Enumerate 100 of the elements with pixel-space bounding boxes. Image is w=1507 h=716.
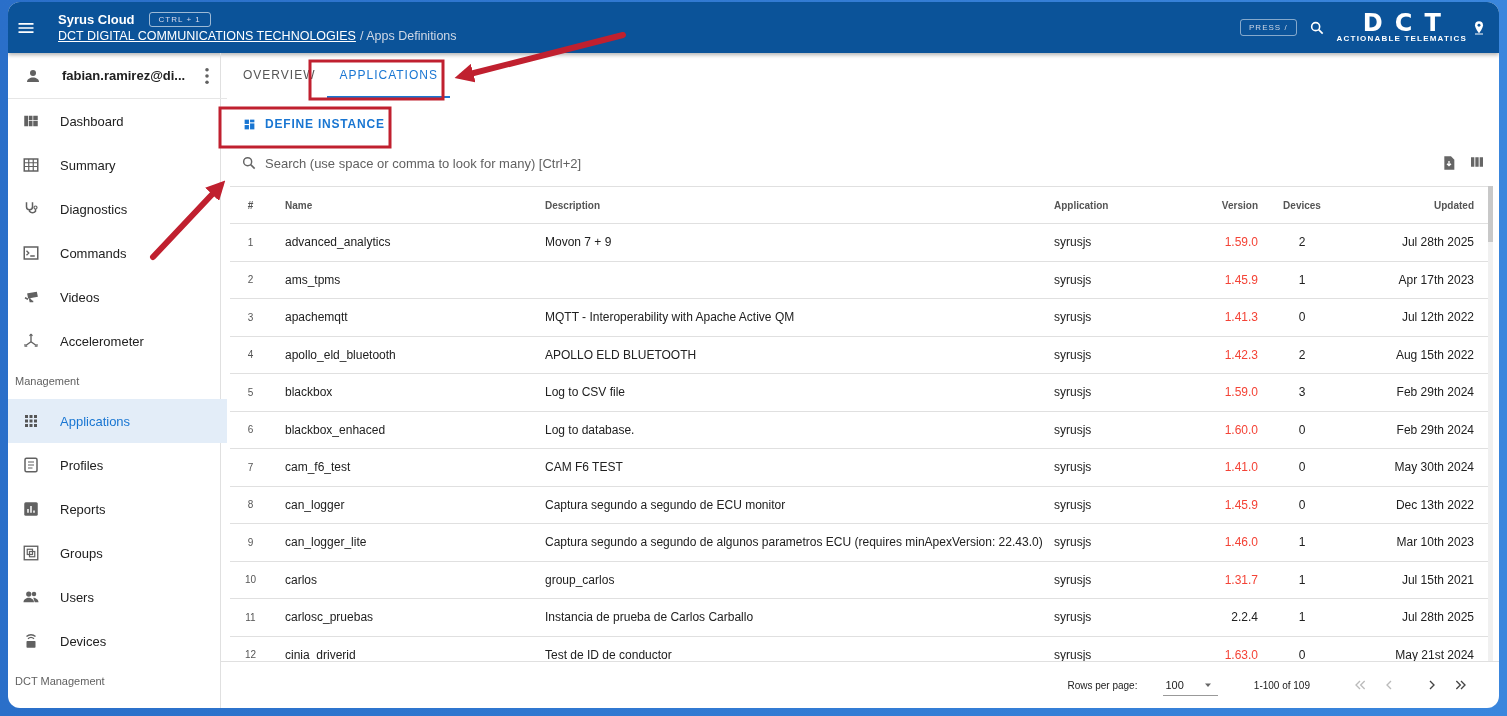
- nav-item[interactable]: Profiles: [8, 443, 228, 487]
- table-cell: cinia_driverid: [285, 647, 356, 661]
- table-cell: 2: [1298, 347, 1306, 362]
- row-number: 5: [247, 386, 254, 398]
- table-cell: syrusjs: [1054, 272, 1092, 287]
- logo-tagline: ACTIONABLE TELEMATICS: [1336, 34, 1467, 43]
- version-cell: 2.2.4: [1231, 610, 1258, 625]
- table-cell: Dec 13th 2022: [1395, 497, 1474, 512]
- column-header[interactable]: Name: [271, 199, 531, 211]
- table-cell: ams_tpms: [285, 272, 341, 287]
- table-cell: Test de ID de conductor: [545, 647, 672, 661]
- column-header[interactable]: Version: [1189, 199, 1272, 211]
- scrollbar-thumb[interactable]: [1488, 186, 1493, 242]
- table-cell: syrusjs: [1054, 647, 1092, 661]
- table-cell: MQTT - Interoperability with Apache Active QM: [545, 310, 795, 325]
- table-cell: advanced_analytics: [285, 235, 391, 250]
- version-cell: 1.41.3: [1224, 310, 1258, 325]
- table-cell: Aug 15th 2022: [1395, 347, 1474, 362]
- row-number: 10: [244, 574, 257, 586]
- table-cell: 0: [1298, 422, 1306, 437]
- table-cell: Movon 7 + 9: [545, 235, 612, 250]
- table-cell: 2: [1298, 235, 1306, 250]
- version-cell: 1.42.3: [1224, 347, 1258, 362]
- nav-item[interactable]: Summary: [8, 143, 228, 187]
- rows-per-page-select[interactable]: 100: [1163, 674, 1218, 696]
- nav-item[interactable]: Diagnostics: [8, 187, 228, 231]
- nav-item[interactable]: Reports: [8, 487, 228, 531]
- table-icon: [22, 156, 40, 174]
- table-cell: blackbox_enhaced: [285, 422, 386, 437]
- table-cell: 0: [1298, 460, 1306, 475]
- column-header[interactable]: Updated: [1332, 199, 1488, 211]
- row-number: 2: [247, 274, 254, 286]
- column-header[interactable]: #: [230, 199, 271, 211]
- search-icon: [1308, 19, 1325, 36]
- version-cell: 1.31.7: [1224, 572, 1258, 587]
- columns-icon: [1469, 154, 1485, 170]
- row-number: 6: [247, 424, 254, 436]
- table-cell: Jul 28th 2025: [1401, 610, 1474, 625]
- search-field[interactable]: Search (use space or comma to look for many) [Ctrl+2]: [263, 154, 1435, 172]
- row-number: 1: [247, 236, 254, 248]
- table-cell: syrusjs: [1054, 460, 1092, 475]
- row-number: 4: [247, 349, 254, 361]
- define-instance-button[interactable]: DEFINE INSTANCE: [233, 107, 395, 141]
- breadcrumb-link[interactable]: DCT DIGITAL COMMUNICATIONS TECHNOLOGIES: [58, 29, 356, 43]
- column-header[interactable]: Devices: [1272, 199, 1332, 211]
- version-cell: 1.45.9: [1224, 272, 1258, 287]
- table-cell: syrusjs: [1054, 535, 1092, 550]
- table-cell: syrusjs: [1054, 347, 1092, 362]
- table-cell: Captura segundo a segundo de ECU monitor: [545, 497, 786, 512]
- table-cell: 1: [1298, 572, 1306, 587]
- user-email: fabian.ramirez@di...: [62, 68, 186, 83]
- table-cell: can_logger: [285, 497, 345, 512]
- nav-item[interactable]: Commands: [8, 231, 228, 275]
- search-icon: [241, 155, 257, 171]
- table-cell: Feb 29th 2024: [1396, 422, 1474, 437]
- shortcut-hint: CTRL + 1: [148, 12, 211, 27]
- table-cell: apachemqtt: [285, 310, 348, 325]
- version-cell: 1.59.0: [1224, 235, 1258, 250]
- table-cell: Log to database.: [545, 422, 635, 437]
- breadcrumb-current: / Apps Definitions: [359, 29, 457, 43]
- grid-icon: [22, 412, 40, 430]
- row-number: 3: [247, 311, 254, 323]
- table-cell: apollo_eld_bluetooth: [285, 347, 396, 362]
- terminal-icon: [22, 244, 40, 262]
- table-cell: 0: [1298, 310, 1306, 325]
- table-cell: carlos: [285, 572, 317, 587]
- nav-item[interactable]: Videos: [8, 275, 228, 319]
- app-title: Syrus Cloud: [58, 12, 135, 27]
- rows-per-page-label: Rows per page:: [1067, 679, 1138, 691]
- document-icon: [22, 456, 40, 474]
- row-number: 12: [244, 649, 257, 661]
- table-cell: 1: [1298, 535, 1306, 550]
- nav-item[interactable]: Applications: [8, 399, 228, 443]
- table-cell: CAM F6 TEST: [545, 460, 623, 475]
- column-header[interactable]: Application: [1040, 199, 1189, 211]
- table-cell: 1: [1298, 272, 1306, 287]
- nav-item[interactable]: Accelerometer: [8, 319, 228, 363]
- version-cell: 1.60.0: [1224, 422, 1258, 437]
- table-cell: syrusjs: [1054, 422, 1092, 437]
- more-icon: [205, 67, 210, 84]
- table-cell: Mar 10th 2023: [1396, 535, 1474, 550]
- nav-section-heading: Management: [14, 374, 81, 389]
- column-header[interactable]: Description: [531, 199, 1040, 211]
- table-cell: 0: [1298, 497, 1306, 512]
- table-cell: syrusjs: [1054, 610, 1092, 625]
- nav-item[interactable]: Dashboard: [8, 99, 228, 143]
- table-cell: Captura segundo a segundo de algunos parametros ECU (requires minApexVersion: 22.43.0): [545, 535, 1043, 550]
- tab[interactable]: APPLICATIONS: [327, 53, 450, 98]
- table-cell: syrusjs: [1054, 235, 1092, 250]
- nav-item[interactable]: Groups: [8, 531, 228, 575]
- table-cell: Jul 28th 2025: [1401, 235, 1474, 250]
- row-number: 8: [247, 499, 254, 511]
- version-cell: 1.46.0: [1224, 535, 1258, 550]
- nav-item[interactable]: Users: [8, 575, 228, 619]
- table-cell: Apr 17th 2023: [1398, 272, 1474, 287]
- table-cell: carlosc_pruebas: [285, 610, 374, 625]
- search-shortcut-hint: PRESS /: [1240, 19, 1297, 36]
- table-cell: cam_f6_test: [285, 460, 351, 475]
- group-squares-icon: [22, 544, 40, 562]
- nav-item[interactable]: Devices: [8, 619, 228, 663]
